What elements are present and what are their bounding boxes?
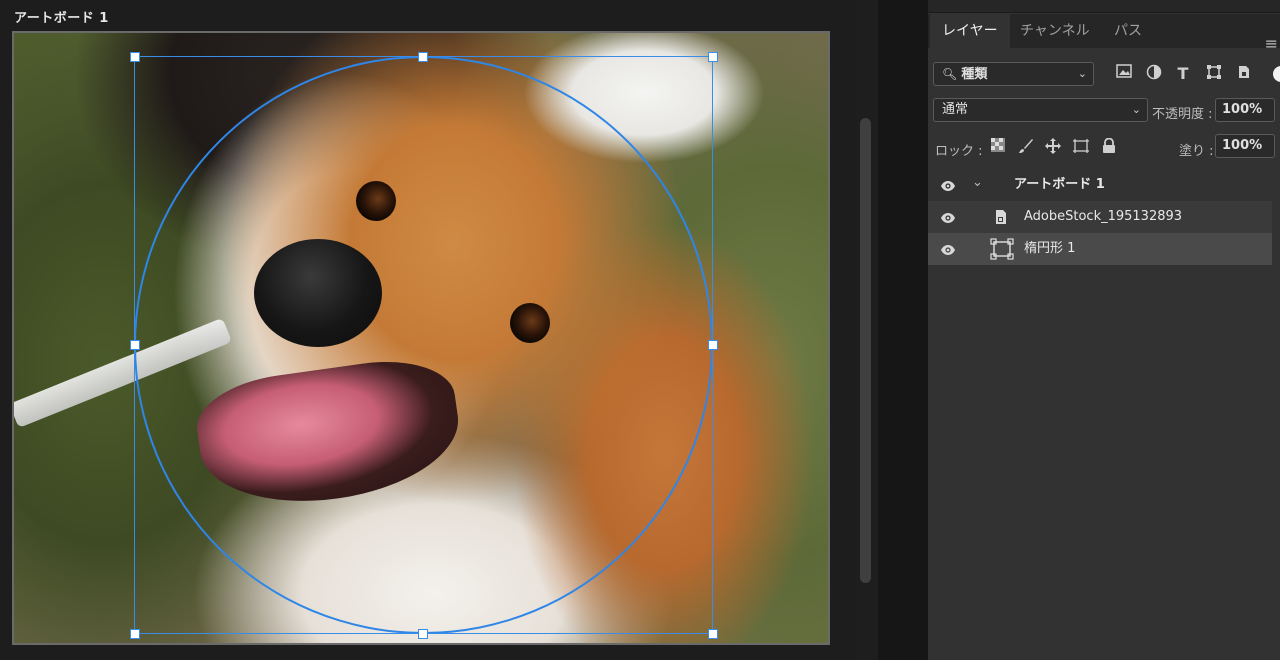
panel-header-strip [928, 0, 1280, 13]
type-filter-icon[interactable]: T [1173, 64, 1193, 84]
panel-menu-icon[interactable]: ≡ [1265, 34, 1278, 53]
artboard-label[interactable]: アートボード 1 [14, 7, 109, 26]
transform-handle-middle-right[interactable] [708, 340, 718, 350]
blend-mode-value: 通常 [942, 102, 969, 117]
fill-label: 塗り : [1179, 144, 1214, 159]
filter-toggle-icon[interactable] [1266, 64, 1280, 84]
transform-handle-middle-left[interactable] [130, 340, 140, 350]
tab-layers[interactable]: レイヤー [930, 14, 1010, 48]
transform-handle-top-left[interactable] [130, 52, 140, 62]
panel-gutter [878, 0, 928, 660]
lock-label: ロック : [935, 144, 983, 159]
transform-handle-bottom-left[interactable] [130, 629, 140, 639]
image-filter-icon[interactable] [1114, 64, 1134, 84]
transform-handle-bottom-center[interactable] [418, 629, 428, 639]
canvas-area[interactable]: アートボード 1 [0, 0, 856, 660]
layer-row-ellipse[interactable]: 楕円形 1 [928, 233, 1272, 265]
chevron-down-icon[interactable]: ⌄ [972, 175, 983, 190]
layer-row-smart-object[interactable]: AdobeStock_195132893 [928, 201, 1272, 233]
lock-all-icon[interactable] [1099, 137, 1119, 158]
filter-kind-select[interactable]: 🔍︎ 種類 ⌄ [933, 62, 1094, 86]
shape-filter-icon[interactable] [1204, 64, 1224, 84]
eye-icon[interactable] [940, 210, 956, 224]
chevron-down-icon: ⌄ [1131, 103, 1141, 116]
transform-handle-bottom-right[interactable] [708, 629, 718, 639]
transform-bounding-box[interactable] [134, 56, 713, 634]
lock-position-icon[interactable] [1043, 138, 1063, 158]
fill-value: 100% [1222, 138, 1263, 153]
canvas-scrollbar-thumb[interactable] [860, 118, 871, 583]
blend-mode-select[interactable]: 通常 ⌄ [933, 98, 1148, 122]
layer-name: 楕円形 1 [1024, 241, 1076, 256]
search-icon: 🔍︎ [942, 67, 958, 81]
blend-row: 通常 ⌄ 不透明度 : 100% [928, 98, 1280, 124]
layer-row-artboard[interactable]: ⌄ アートボード 1 [928, 169, 1272, 201]
transform-handle-top-right[interactable] [708, 52, 718, 62]
adjustment-filter-icon[interactable] [1144, 64, 1164, 84]
lock-row: ロック : 塗り : 100% [928, 134, 1280, 162]
lock-artboard-icon[interactable] [1071, 138, 1091, 158]
tab-paths[interactable]: パス [1114, 14, 1142, 48]
smart-object-icon [994, 209, 1008, 229]
opacity-field[interactable]: 100% [1215, 98, 1275, 122]
smart-object-filter-icon[interactable] [1234, 64, 1254, 84]
shape-layer-icon [990, 238, 1014, 264]
eye-icon[interactable] [940, 242, 956, 256]
filter-kind-value: 種類 [961, 67, 988, 82]
layers-panel: レイヤー チャンネル パス ≡ 🔍︎ 種類 ⌄ T 通常 ⌄ 不透明度: 10… [928, 0, 1280, 660]
opacity-value: 100% [1222, 102, 1263, 117]
tab-channels[interactable]: チャンネル [1020, 14, 1090, 48]
panel-tab-bar: レイヤー チャンネル パス ≡ [928, 14, 1280, 53]
transform-handle-top-center[interactable] [418, 52, 428, 62]
eye-icon[interactable] [940, 178, 956, 192]
fill-field[interactable]: 100% [1215, 134, 1275, 158]
chevron-down-icon: ⌄ [1077, 67, 1087, 80]
lock-image-pixels-icon[interactable] [1016, 138, 1036, 158]
opacity-label: 不透明度 : [1152, 107, 1213, 122]
lock-transparent-pixels-icon[interactable] [988, 138, 1008, 158]
layer-name: AdobeStock_195132893 [1024, 209, 1183, 224]
filter-row: 🔍︎ 種類 ⌄ T [928, 62, 1280, 88]
layer-name: アートボード 1 [1014, 177, 1105, 192]
